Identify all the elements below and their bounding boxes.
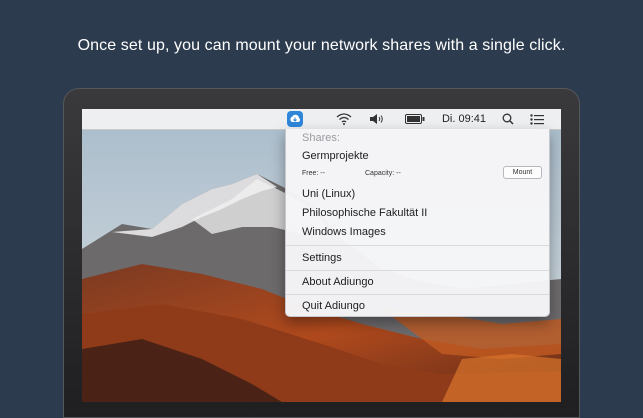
headline: Once set up, you can mount your network … [77, 37, 566, 54]
mount-button[interactable]: Mount [503, 166, 542, 179]
capacity-label: Capacity: -- [365, 170, 401, 177]
menu-divider [286, 294, 549, 295]
adiungo-app-icon [287, 111, 303, 127]
share-item-selected[interactable]: Germprojekte [302, 150, 369, 162]
share-item[interactable]: Uni (Linux) [302, 188, 355, 200]
wifi-icon[interactable] [335, 109, 353, 129]
settings-menu-item[interactable]: Settings [302, 252, 342, 264]
shares-header: Shares: [302, 132, 340, 144]
desktop-screen: Di. 09:41 Shares: Germprojekte Free: -- … [82, 109, 561, 402]
free-space-label: Free: -- [302, 170, 325, 177]
menu-bar: Di. 09:41 [82, 109, 561, 130]
share-item[interactable]: Windows Images [302, 226, 386, 238]
adiungo-menubar-button[interactable] [285, 109, 305, 129]
menubar-clock[interactable]: Di. 09:41 [438, 109, 490, 129]
list-icon[interactable] [528, 109, 546, 129]
quit-menu-item[interactable]: Quit Adiungo [302, 300, 365, 312]
battery-icon[interactable] [404, 109, 426, 129]
share-item[interactable]: Philosophische Fakultät II [302, 207, 427, 219]
about-menu-item[interactable]: About Adiungo [302, 276, 374, 288]
menu-divider [286, 245, 549, 246]
adiungo-dropdown-menu: Shares: Germprojekte Free: -- Capacity: … [285, 129, 550, 317]
menu-divider [286, 270, 549, 271]
volume-icon[interactable] [368, 109, 386, 129]
search-icon[interactable] [500, 109, 516, 129]
